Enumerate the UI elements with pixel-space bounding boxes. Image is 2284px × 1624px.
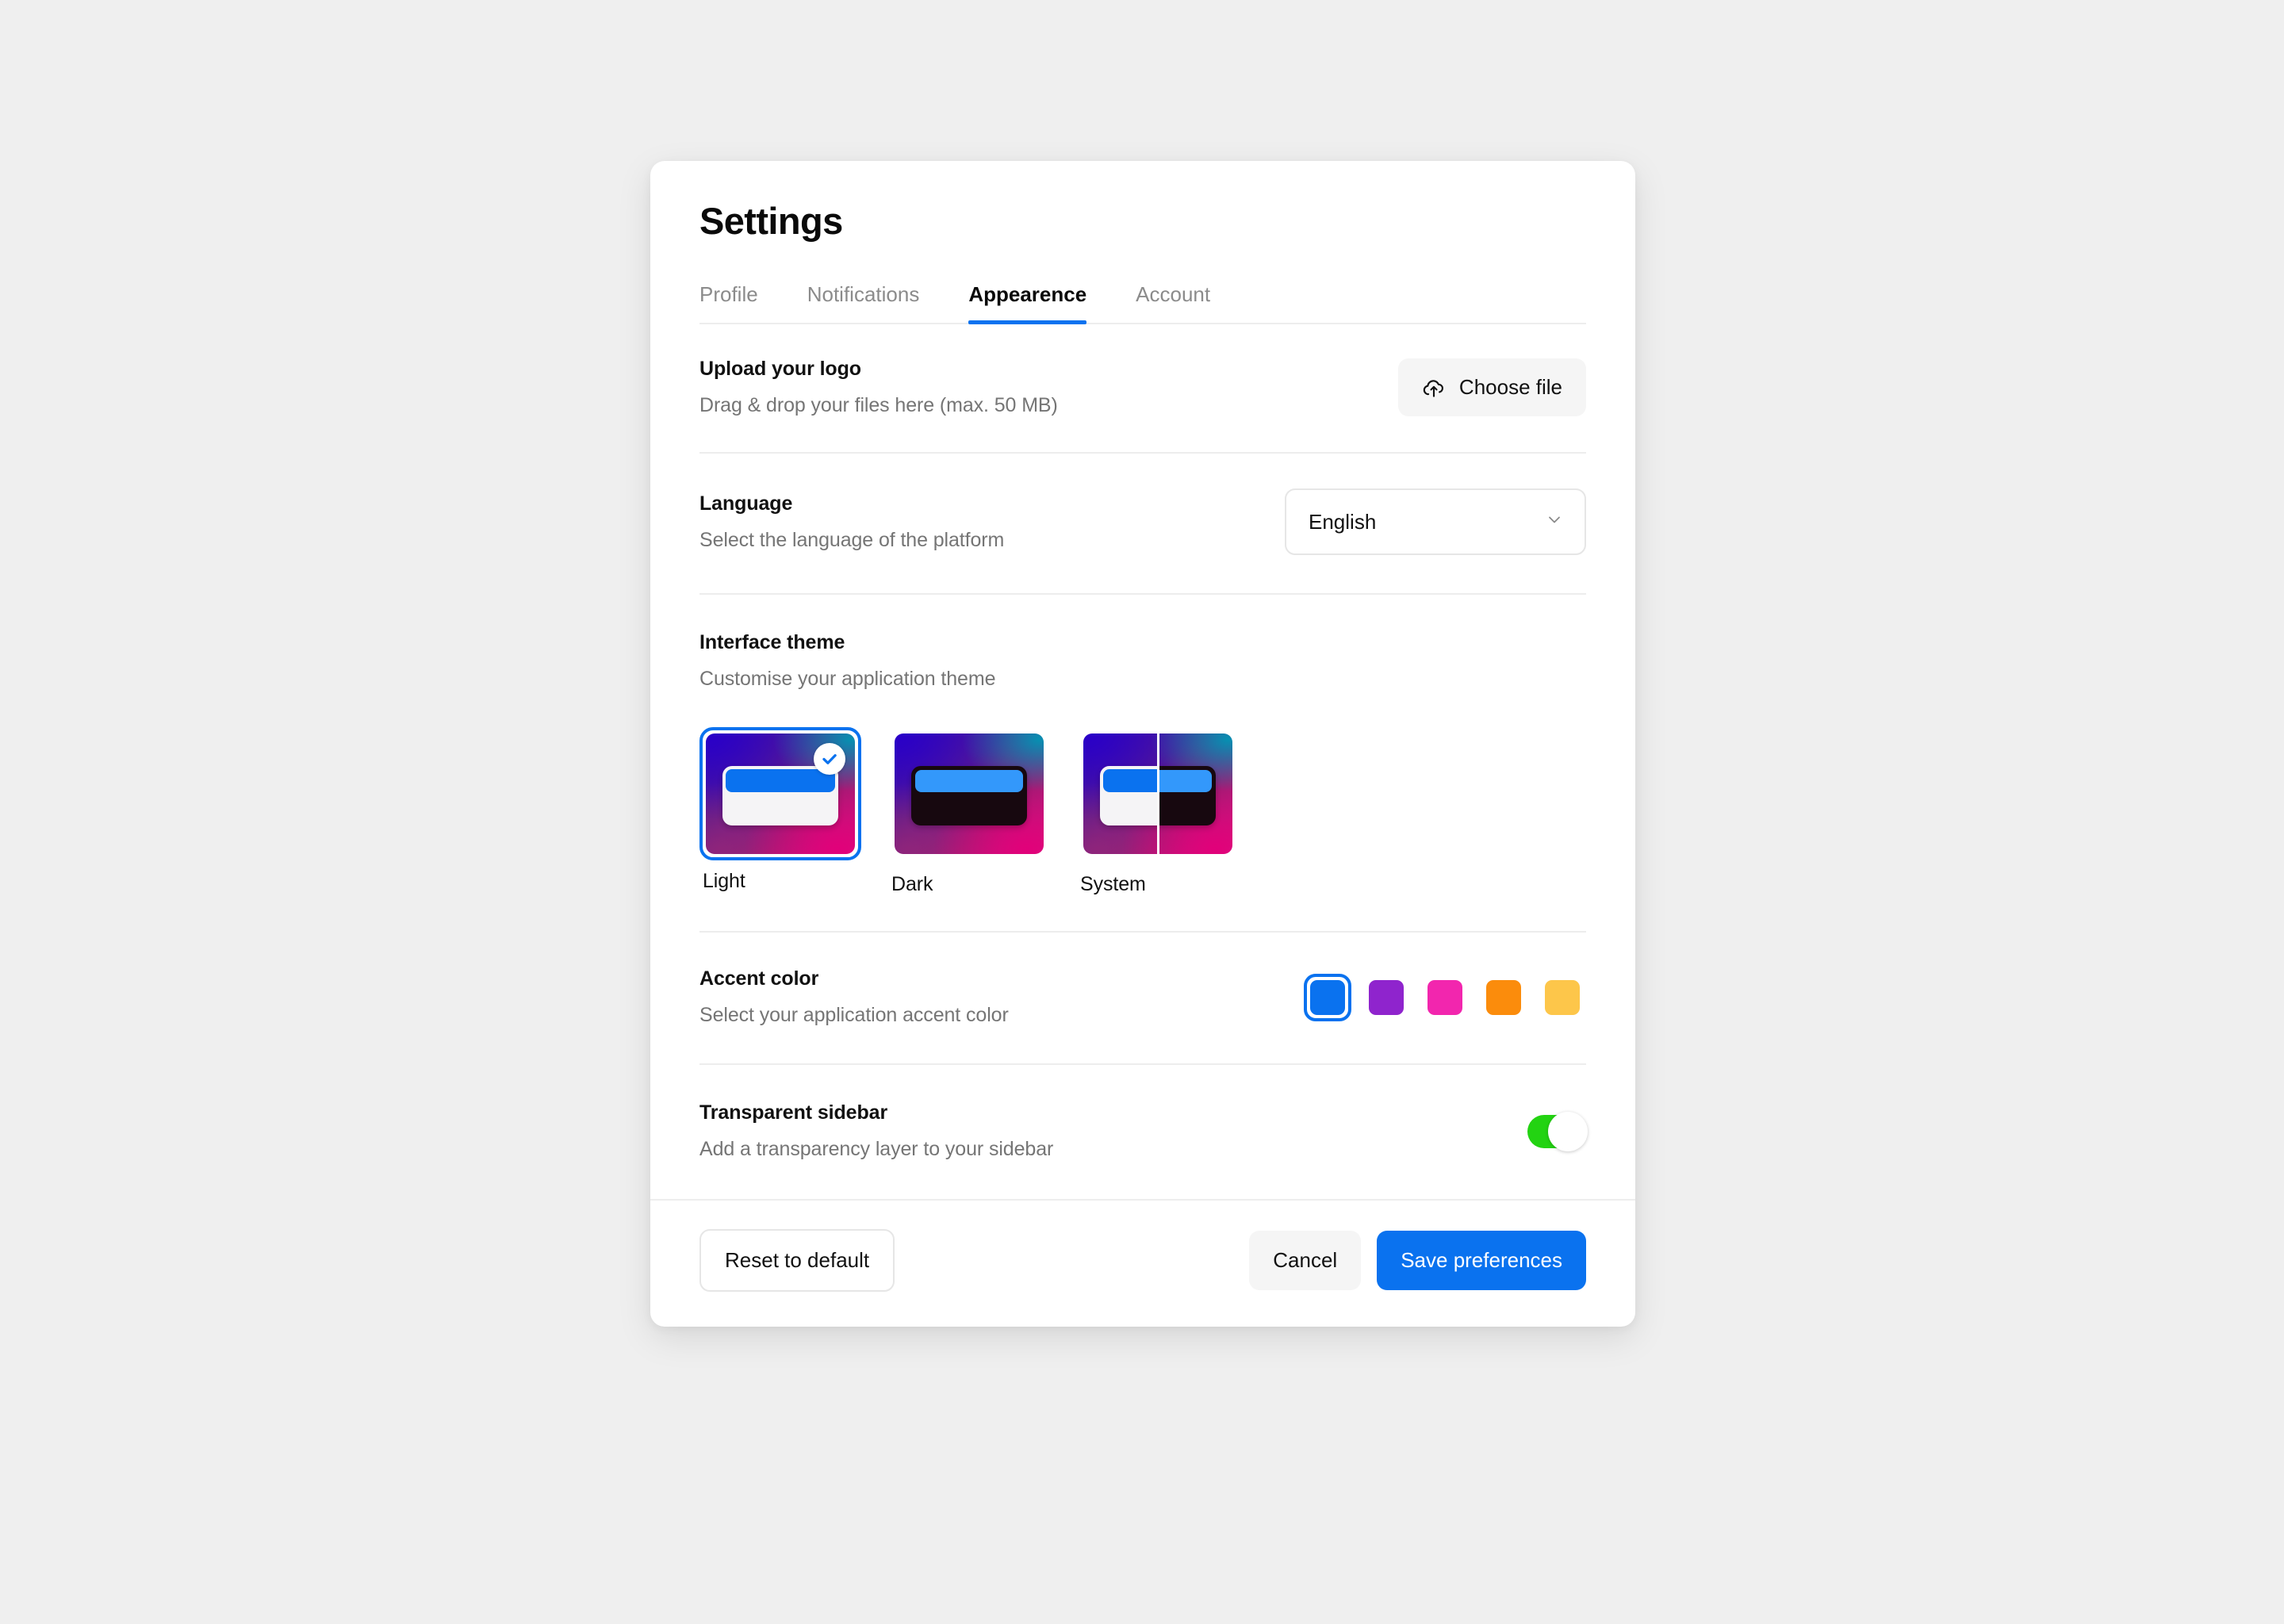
tab-appearence[interactable]: Appearence	[968, 282, 1086, 324]
toggle-knob	[1548, 1111, 1588, 1151]
transparent-sidebar-row: Transparent sidebar Add a transparency l…	[699, 1065, 1588, 1199]
transparent-sidebar-subtitle: Add a transparency layer to your sidebar	[699, 1138, 1054, 1160]
interface-theme-section: Interface theme Customise your applicati…	[699, 595, 1586, 931]
theme-dark-label: Dark	[891, 873, 933, 895]
theme-system-label: System	[1080, 873, 1146, 895]
language-text: Language Select the language of the plat…	[699, 492, 1004, 552]
footer-actions: Cancel Save preferences	[1249, 1231, 1586, 1290]
tab-bar: Profile Notifications Appearence Account	[699, 282, 1586, 324]
upload-logo-title: Upload your logo	[699, 358, 861, 380]
theme-system-window-dark	[1158, 766, 1217, 825]
accent-swatch-blue-chip	[1310, 979, 1345, 1015]
save-preferences-button[interactable]: Save preferences	[1377, 1231, 1586, 1290]
theme-system-window	[1099, 766, 1217, 825]
upload-logo-row: Upload your logo Drag & drop your files …	[699, 324, 1586, 452]
theme-option-light[interactable]: Light	[699, 727, 861, 893]
accent-swatch-purple-chip	[1369, 979, 1404, 1015]
screen: Settings Profile Notifications Appearenc…	[0, 0, 2284, 1624]
theme-dark-titlebar	[914, 770, 1024, 792]
accent-swatch-blue[interactable]	[1304, 973, 1351, 1021]
dialog-footer: Reset to default Cancel Save preferences	[650, 1201, 1635, 1327]
page-title: Settings	[699, 200, 843, 242]
theme-dark-preview	[895, 733, 1044, 854]
tab-notifications[interactable]: Notifications	[807, 282, 920, 323]
theme-system-titlebar-light	[1102, 769, 1158, 792]
dialog-body: Settings Profile Notifications Appearenc…	[650, 161, 1635, 1199]
accent-swatch-pink-chip	[1428, 979, 1462, 1015]
theme-light-label: Light	[703, 870, 745, 892]
theme-dark-frame	[888, 727, 1050, 860]
theme-light-preview	[706, 733, 855, 854]
tab-profile[interactable]: Profile	[699, 282, 758, 323]
cloud-upload-icon	[1422, 376, 1446, 400]
transparent-sidebar-toggle[interactable]	[1527, 1111, 1588, 1151]
accent-color-text: Accent color Select your application acc…	[699, 967, 1009, 1027]
language-select-value: English	[1309, 509, 1377, 534]
upload-logo-text: Upload your logo Drag & drop your files …	[699, 358, 1058, 417]
reset-to-default-button[interactable]: Reset to default	[699, 1229, 895, 1292]
accent-swatch-orange-chip	[1486, 979, 1521, 1015]
theme-light-window	[722, 766, 839, 825]
language-title: Language	[699, 492, 793, 515]
choose-file-label: Choose file	[1458, 375, 1562, 399]
accent-swatch-purple[interactable]	[1362, 974, 1410, 1021]
theme-dark-window	[910, 766, 1028, 825]
settings-dialog: Settings Profile Notifications Appearenc…	[650, 161, 1635, 1327]
accent-color-row: Accent color Select your application acc…	[699, 933, 1586, 1063]
check-circle-icon	[814, 743, 845, 775]
theme-system-titlebar-dark	[1158, 770, 1213, 792]
theme-system-preview	[1083, 733, 1232, 854]
interface-theme-title: Interface theme	[699, 631, 845, 653]
language-subtitle: Select the language of the platform	[699, 528, 1005, 551]
theme-option-system[interactable]: System	[1077, 727, 1239, 896]
tab-account[interactable]: Account	[1136, 282, 1210, 323]
theme-system-window-light	[1099, 766, 1158, 825]
transparent-sidebar-text: Transparent sidebar Add a transparency l…	[699, 1101, 1053, 1161]
theme-options: Light Dark System	[699, 727, 1586, 896]
choose-file-button[interactable]: Choose file	[1397, 358, 1586, 416]
chevron-down-icon	[1545, 510, 1564, 534]
accent-color-title: Accent color	[699, 967, 819, 990]
theme-option-dark[interactable]: Dark	[888, 727, 1050, 896]
accent-swatch-orange[interactable]	[1480, 974, 1527, 1021]
theme-light-titlebar	[725, 769, 836, 792]
interface-theme-subtitle: Customise your application theme	[699, 668, 996, 690]
accent-swatch-pink[interactable]	[1421, 974, 1469, 1021]
upload-logo-subtitle: Drag & drop your files here (max. 50 MB)	[699, 394, 1058, 416]
accent-swatch-yellow[interactable]	[1539, 974, 1586, 1021]
transparent-sidebar-title: Transparent sidebar	[699, 1101, 888, 1124]
cancel-button[interactable]: Cancel	[1249, 1231, 1362, 1290]
accent-swatch-yellow-chip	[1545, 979, 1580, 1015]
accent-color-subtitle: Select your application accent color	[699, 1004, 1009, 1026]
language-row: Language Select the language of the plat…	[699, 454, 1586, 593]
accent-swatches	[1304, 973, 1586, 1021]
theme-light-frame	[699, 727, 861, 860]
language-select[interactable]: English	[1285, 488, 1586, 555]
theme-system-frame	[1077, 727, 1239, 860]
